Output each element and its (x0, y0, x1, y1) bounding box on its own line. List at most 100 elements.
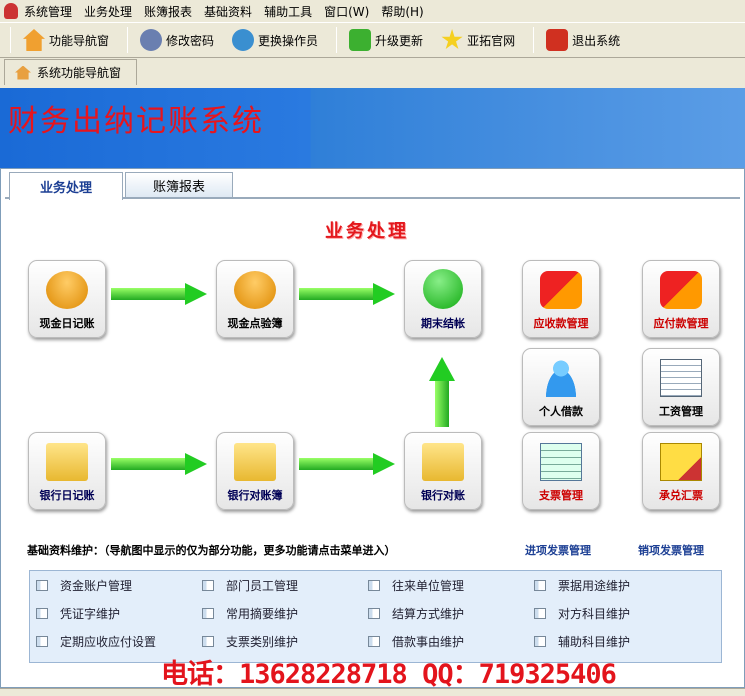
grid-icon (36, 580, 48, 591)
grid-icon (534, 636, 546, 647)
cheque-list-icon (540, 443, 582, 481)
label: 银行对账簿 (227, 489, 283, 502)
coins-check-icon (234, 271, 276, 309)
document-tab-label: 系统功能导航窗 (37, 66, 122, 80)
personal-loan-button[interactable]: 个人借款 (522, 348, 600, 426)
section-title: 业务处理 (325, 221, 409, 242)
basic-item[interactable]: 资金账户管理 (36, 577, 132, 594)
label: 现金点验簿 (227, 317, 283, 330)
basic-item[interactable]: 支票类别维护 (202, 633, 298, 650)
menu-window[interactable]: 窗口(W) (324, 3, 369, 20)
payable-icon (660, 271, 702, 309)
output-invoice-link[interactable]: 销项发票管理 (638, 542, 704, 558)
bank-recon-book-button[interactable]: 银行对账簿 (216, 432, 294, 510)
grid-icon (202, 608, 214, 619)
label: 支票管理 (539, 489, 583, 502)
bank-recon-button[interactable]: 银行对账 (404, 432, 482, 510)
upgrade-button[interactable]: 升级更新 (349, 29, 423, 51)
flow-arrow-up (429, 357, 455, 427)
bank-journal-button[interactable]: 银行日记账 (28, 432, 106, 510)
basic-item[interactable]: 常用摘要维护 (202, 605, 298, 622)
separator (533, 27, 535, 53)
nav-panel: 业务处理 账簿报表 业务处理 现金日记账 现金点验簿 期末结帐 应收款管理 应付… (0, 168, 745, 690)
label: 更换操作员 (258, 33, 319, 48)
change-password-button[interactable]: 修改密码 (140, 29, 214, 51)
basic-item[interactable]: 部门员工管理 (202, 577, 298, 594)
basic-item-label: 部门员工管理 (226, 579, 299, 593)
period-close-button[interactable]: 期末结帐 (404, 260, 482, 338)
grid-icon (202, 636, 214, 647)
toolbar: 功能导航窗 修改密码 更换操作员 升级更新 亚拓官网 退出系统 (0, 22, 745, 58)
payable-button[interactable]: 应付款管理 (642, 260, 720, 338)
grid-icon (368, 580, 380, 591)
salary-button[interactable]: 工资管理 (642, 348, 720, 426)
menu-tools[interactable]: 辅助工具 (264, 3, 312, 20)
basic-item-label: 辅助科目维护 (558, 635, 631, 649)
basic-item[interactable]: 往来单位管理 (368, 577, 464, 594)
grid-icon (36, 636, 48, 647)
receivable-icon (540, 271, 582, 309)
basic-item[interactable]: 借款事由维护 (368, 633, 464, 650)
basic-item-label: 对方科目维护 (558, 607, 631, 621)
basic-item[interactable]: 结算方式维护 (368, 605, 464, 622)
app-icon (4, 3, 18, 19)
flow-arrow (111, 453, 207, 475)
basic-item-label: 凭证字维护 (60, 607, 121, 621)
nav-window-button[interactable]: 功能导航窗 (23, 29, 109, 51)
cash-check-button[interactable]: 现金点验簿 (216, 260, 294, 338)
folder-user-icon (422, 443, 464, 481)
basic-data-label: 基础资料维护：（导航图中显示的仅为部分功能，更多功能请点击菜单进入） (27, 544, 396, 557)
cheque-button[interactable]: 支票管理 (522, 432, 600, 510)
toolbar-grip (10, 27, 11, 53)
website-button[interactable]: 亚拓官网 (441, 29, 515, 51)
star-icon (441, 29, 463, 50)
menu-system[interactable]: 系统管理 (24, 3, 72, 20)
flow-arrow (299, 453, 395, 475)
basic-item[interactable]: 对方科目维护 (534, 605, 630, 622)
grid-icon (534, 580, 546, 591)
tab-reports[interactable]: 账簿报表 (125, 172, 233, 198)
bill-pencil-icon (660, 443, 702, 481)
separator (336, 27, 338, 53)
basic-item[interactable]: 凭证字维护 (36, 605, 120, 622)
home-icon (15, 65, 31, 80)
menu-help[interactable]: 帮助(H) (381, 3, 423, 20)
basic-item-label: 往来单位管理 (392, 579, 465, 593)
exit-button[interactable]: 退出系统 (546, 29, 620, 51)
switch-user-icon (232, 29, 255, 51)
label: 应付款管理 (653, 317, 709, 330)
tab-business[interactable]: 业务处理 (9, 172, 123, 200)
menu-basic[interactable]: 基础资料 (204, 3, 252, 20)
basic-item[interactable]: 票据用途维护 (534, 577, 630, 594)
label: 银行日记账 (39, 489, 95, 502)
label: 功能导航窗 (49, 33, 110, 48)
cash-journal-button[interactable]: 现金日记账 (28, 260, 106, 338)
document-tab[interactable]: 系统功能导航窗 (4, 59, 137, 85)
home-icon (23, 29, 45, 51)
rss-icon (349, 29, 372, 51)
input-invoice-link[interactable]: 进项发票管理 (525, 542, 591, 558)
switch-operator-button[interactable]: 更换操作员 (232, 29, 318, 51)
basic-item-label: 支票类别维护 (226, 635, 299, 649)
basic-item-label: 常用摘要维护 (226, 607, 299, 621)
menu-bar: 系统管理 业务处理 账簿报表 基础资料 辅助工具 窗口(W) 帮助(H) (0, 0, 745, 22)
label: 应收款管理 (533, 317, 589, 330)
check-icon (423, 269, 463, 309)
power-icon (546, 29, 569, 51)
acceptance-button[interactable]: 承兑汇票 (642, 432, 720, 510)
person-icon (540, 359, 582, 397)
basic-item-label: 票据用途维护 (558, 579, 631, 593)
receivable-button[interactable]: 应收款管理 (522, 260, 600, 338)
label: 银行对账 (421, 489, 465, 502)
basic-item[interactable]: 辅助科目维护 (534, 633, 630, 650)
separator (127, 27, 129, 53)
basic-item[interactable]: 定期应收应付设置 (36, 633, 156, 650)
menu-business[interactable]: 业务处理 (84, 3, 132, 20)
banner-title: 财务出纳记账系统 (8, 104, 264, 139)
label: 退出系统 (572, 33, 621, 48)
label: 工资管理 (659, 405, 703, 418)
user-key-icon (140, 29, 163, 51)
label: 现金日记账 (39, 317, 95, 330)
grid-icon (534, 608, 546, 619)
menu-reports[interactable]: 账簿报表 (144, 3, 192, 20)
